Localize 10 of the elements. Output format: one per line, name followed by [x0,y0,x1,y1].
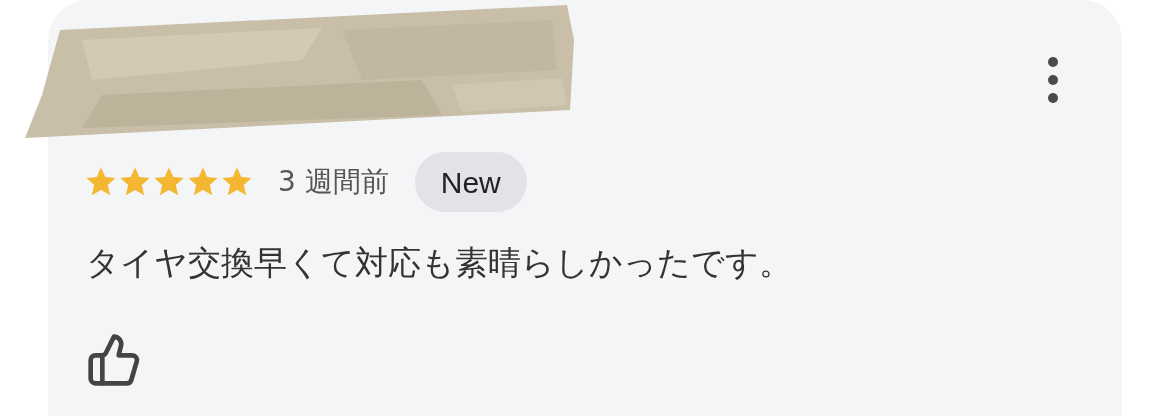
star-icon [220,166,254,198]
review-time: 3 週間前 [278,164,389,200]
review-text: タイヤ交換早くて対応も素晴らしかったです。 [86,242,793,284]
more-options-icon[interactable] [1046,56,1060,104]
star-icon [84,166,118,198]
star-icon [186,166,220,198]
thumbs-up-icon[interactable] [86,331,142,388]
star-icon [118,166,152,198]
new-tag: New [414,152,527,212]
star-icon [152,166,186,198]
